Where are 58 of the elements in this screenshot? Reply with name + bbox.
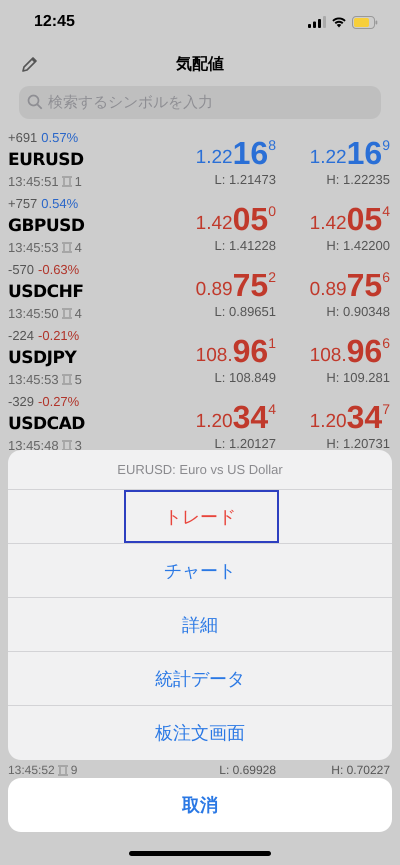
quote-time: 13:45:52 (8, 764, 55, 776)
spread-value: 1 (74, 174, 82, 189)
quote-time: 13:45:53 (8, 240, 59, 255)
action-item[interactable]: 詳細 (8, 598, 392, 652)
symbol-name[interactable]: USDCHF (8, 282, 84, 302)
change-points: -329 (8, 394, 34, 409)
low-price: L: 1.20127 (214, 436, 276, 451)
spread-icon (60, 308, 73, 319)
cancel-button[interactable]: 取消 (8, 778, 392, 832)
high-price: H: 1.20731 (326, 436, 390, 451)
quote-time: 13:45:51 (8, 174, 59, 189)
spread-value: 4 (74, 240, 82, 255)
signal-icon (308, 16, 326, 28)
high-price: H: 109.281 (326, 370, 390, 385)
change-percent: -0.21% (38, 328, 80, 343)
action-item[interactable]: トレード (8, 490, 392, 544)
change-points: +691 (8, 130, 38, 145)
change-percent: -0.63% (38, 262, 80, 277)
high-price: H: 1.22235 (326, 172, 390, 187)
symbol-name[interactable]: GBPUSD (8, 216, 85, 236)
low-price: L: 108.849 (214, 370, 276, 385)
spread-icon (60, 374, 73, 385)
quote-time: 13:45:50 (8, 306, 59, 321)
change-percent: -0.27% (38, 394, 80, 409)
screen-title: 気配値 (176, 54, 224, 74)
action-item[interactable]: チャート (8, 544, 392, 598)
change-points: +757 (8, 196, 38, 211)
spread-value: 4 (74, 306, 82, 321)
symbol-name[interactable]: USDCAD (8, 414, 85, 434)
wifi-icon (331, 16, 347, 28)
battery-icon (352, 16, 378, 28)
spread-value: 9 (70, 764, 78, 776)
action-item[interactable]: 板注文画面 (8, 706, 392, 760)
change-percent: 0.57% (41, 130, 78, 145)
low-price: L: 1.21473 (214, 172, 276, 187)
status-time: 12:45 (34, 13, 75, 31)
low-price: L: 0.69928 (219, 764, 276, 776)
action-item[interactable]: 統計データ (8, 652, 392, 706)
sheet-title: EURUSD: Euro vs US Dollar (8, 450, 392, 490)
change-percent: 0.54% (41, 196, 78, 211)
symbol-name[interactable]: EURUSD (8, 150, 84, 170)
spread-value: 5 (74, 372, 82, 387)
high-price: H: 1.42200 (326, 238, 390, 253)
quote-time: 13:45:53 (8, 372, 59, 387)
spread-icon (60, 176, 73, 187)
quote-time: 13:45:48 (8, 438, 59, 453)
spread-value: 3 (74, 438, 82, 453)
change-points: -570 (8, 262, 34, 277)
symbol-name[interactable]: USDJPY (8, 348, 82, 368)
high-price: H: 0.70227 (331, 764, 390, 776)
spread-icon (60, 242, 73, 253)
low-price: L: 0.89651 (214, 304, 276, 319)
spread-icon (56, 764, 69, 776)
change-points: -224 (8, 328, 34, 343)
high-price: H: 0.90348 (326, 304, 390, 319)
search-icon (27, 94, 43, 110)
spread-icon (60, 440, 73, 451)
low-price: L: 1.41228 (214, 238, 276, 253)
